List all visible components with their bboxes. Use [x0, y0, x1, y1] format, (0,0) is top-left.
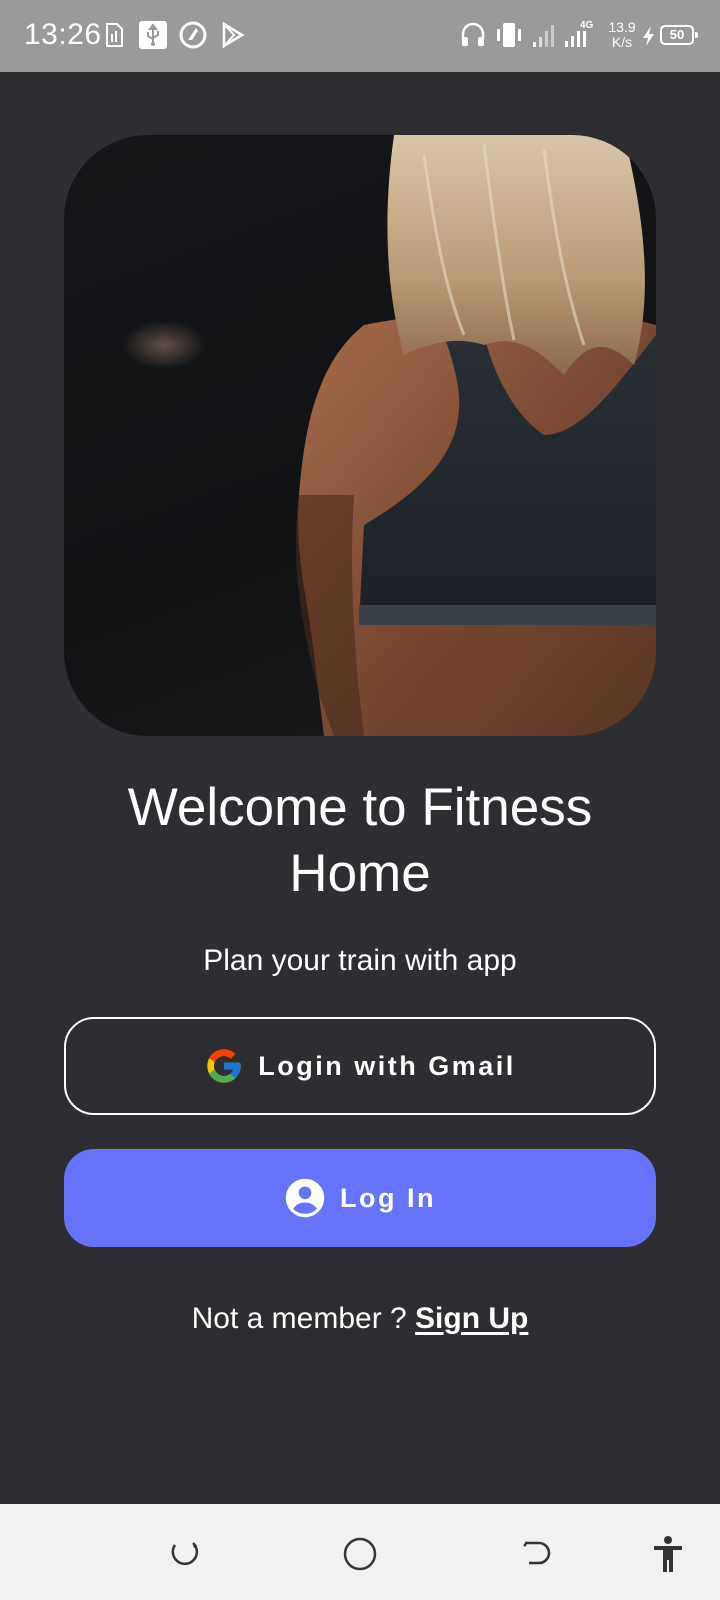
network-speed: 13.9 K/s	[604, 20, 640, 50]
login-with-gmail-label: Login with Gmail	[258, 1050, 516, 1081]
usb-icon	[138, 20, 168, 55]
sim-card-icon	[102, 22, 126, 53]
login-with-gmail-button[interactable]: Login with Gmail	[64, 1017, 656, 1115]
home-icon[interactable]	[340, 1534, 380, 1574]
welcome-title: Welcome to Fitness Home	[127, 778, 593, 903]
charging-icon	[642, 25, 656, 52]
signal-4g-icon: 4G	[564, 19, 594, 54]
battery-icon: 50	[660, 25, 698, 45]
signup-prompt-text: Not a member ?	[191, 1302, 416, 1335]
network-speed-value: 13.9	[608, 19, 636, 35]
vpn-icon	[178, 20, 208, 55]
vibrate-icon	[494, 22, 524, 53]
headphones-icon	[460, 21, 486, 54]
navigation-bar	[0, 1504, 720, 1600]
network-speed-unit: K/s	[611, 34, 633, 50]
google-icon	[204, 1046, 244, 1086]
fitness-woman-back-photo	[295, 135, 656, 736]
status-time: 13:26	[24, 18, 102, 51]
status-bar: 13:26 4G 13.9 K/s 50	[0, 0, 720, 72]
signup-prompt: Not a member ? Sign Up	[60, 1302, 660, 1336]
log-in-label: Log In	[340, 1182, 436, 1213]
log-in-button[interactable]: Log In	[64, 1149, 656, 1247]
back-icon[interactable]	[516, 1534, 556, 1574]
login-screen: 13:26 4G 13.9 K/s 50 Welcome to Fitness …	[0, 0, 720, 1600]
recent-apps-icon[interactable]	[164, 1534, 204, 1574]
account-circle-icon	[284, 1177, 326, 1219]
play-store-icon	[220, 21, 246, 53]
hero-image	[64, 135, 656, 736]
signal-icon	[532, 22, 556, 53]
accessibility-icon[interactable]	[648, 1534, 688, 1574]
welcome-subtitle: Plan your train with app	[203, 944, 517, 977]
svg-text:4G: 4G	[580, 20, 594, 31]
sign-up-link[interactable]: Sign Up	[415, 1302, 528, 1335]
